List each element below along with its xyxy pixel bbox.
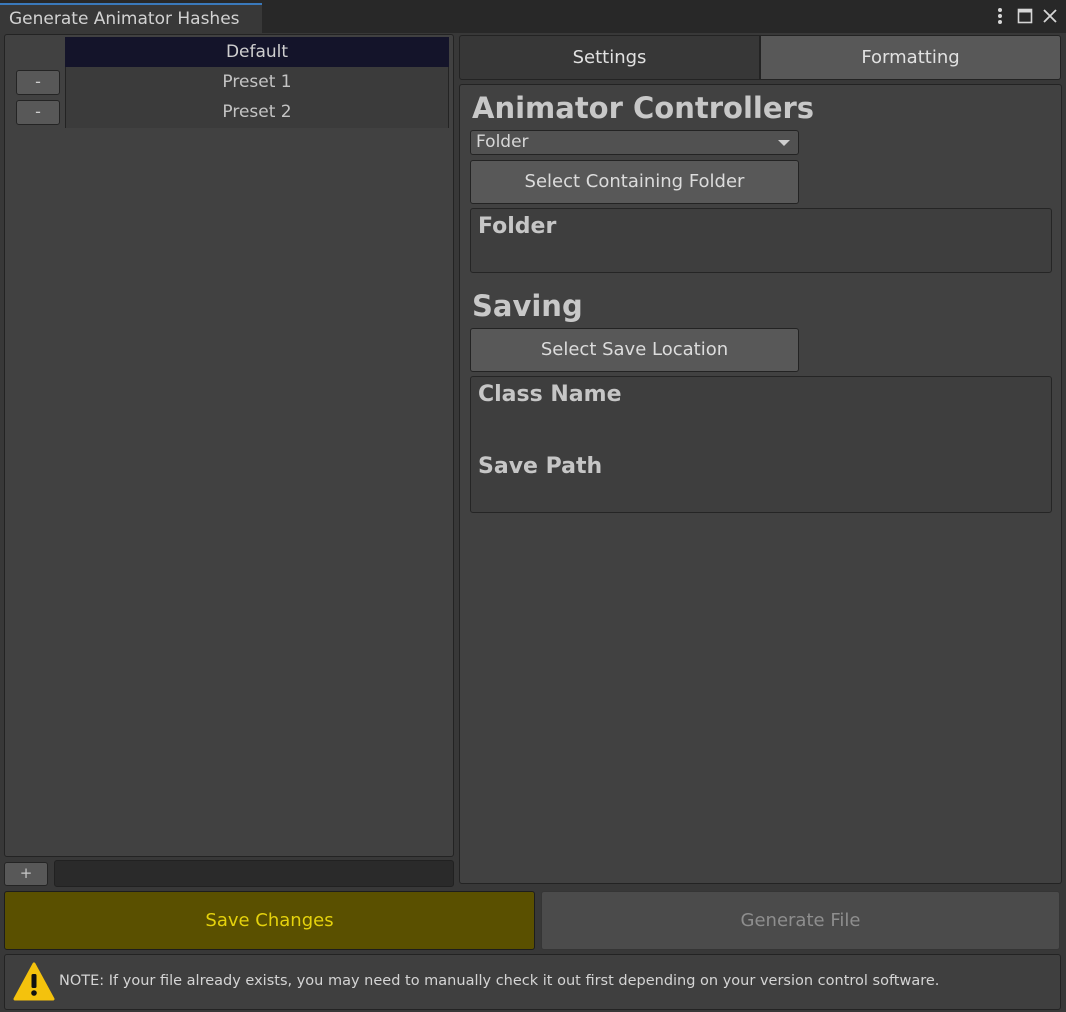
preset-item-default[interactable]: Default [65, 37, 449, 67]
window-titlebar: Generate Animator Hashes [0, 0, 1066, 33]
saving-heading: Saving [472, 289, 583, 323]
note-text: NOTE: If your file already exists, you m… [59, 973, 940, 989]
tab-settings[interactable]: Settings [459, 35, 760, 80]
preset-item-preset-1[interactable]: Preset 1 [65, 67, 449, 97]
save-info-box: Class Name Save Path [470, 376, 1052, 513]
window-controls [990, 4, 1060, 28]
maximize-icon[interactable] [1015, 6, 1035, 26]
settings-tabbar: Settings Formatting [459, 35, 1061, 80]
select-containing-folder-button[interactable]: Select Containing Folder [470, 160, 799, 204]
folder-box: Folder [470, 208, 1052, 273]
new-preset-name-input[interactable] [54, 860, 454, 887]
class-name-label: Class Name [478, 382, 622, 407]
settings-panel: Animator Controllers Folder Select Conta… [459, 84, 1062, 884]
remove-preset-2-button[interactable]: - [16, 100, 60, 125]
folder-label: Folder [478, 214, 557, 239]
add-preset-button[interactable]: + [4, 862, 48, 886]
window-tab[interactable]: Generate Animator Hashes [0, 3, 262, 33]
dropdown-arrow-icon [778, 140, 790, 146]
generate-file-button: Generate File [541, 891, 1060, 950]
save-path-label: Save Path [478, 454, 603, 479]
preset-list-panel: Default - Preset 1 - Preset 2 [4, 34, 454, 857]
tab-formatting[interactable]: Formatting [760, 35, 1061, 80]
version-control-note: NOTE: If your file already exists, you m… [4, 954, 1061, 1010]
select-save-location-button[interactable]: Select Save Location [470, 328, 799, 372]
close-icon[interactable] [1040, 6, 1060, 26]
preset-item-preset-2[interactable]: Preset 2 [65, 97, 449, 127]
source-type-dropdown[interactable]: Folder [470, 130, 799, 155]
save-changes-button[interactable]: Save Changes [4, 891, 535, 950]
remove-preset-1-button[interactable]: - [16, 70, 60, 95]
more-options-icon[interactable] [990, 6, 1010, 26]
warning-icon [13, 962, 55, 1002]
animator-controllers-heading: Animator Controllers [472, 91, 815, 125]
source-type-value: Folder [476, 132, 529, 152]
